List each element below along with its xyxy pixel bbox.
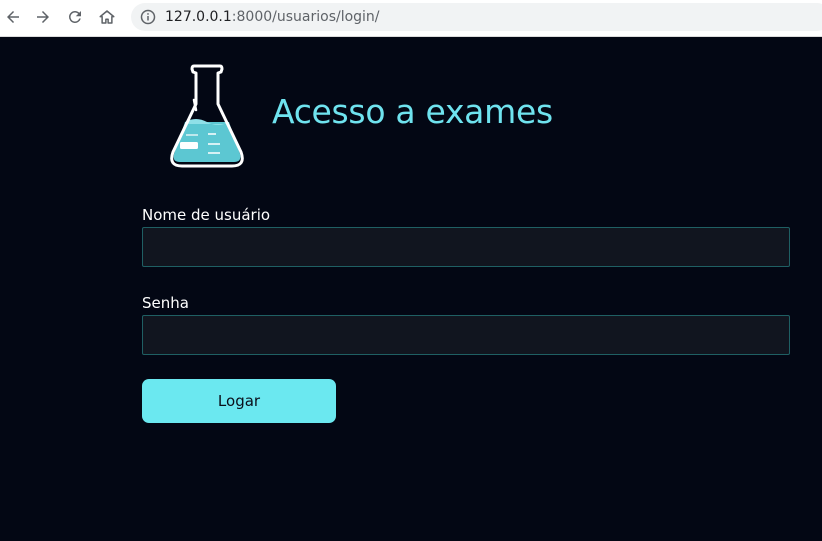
home-button[interactable]	[94, 4, 120, 30]
login-button[interactable]: Logar	[142, 379, 336, 423]
address-bar[interactable]: 127.0.0.1:8000/usuarios/login/	[131, 3, 822, 31]
browser-toolbar: 127.0.0.1:8000/usuarios/login/	[0, 0, 822, 37]
page-title: Acesso a exames	[272, 92, 553, 131]
back-button[interactable]	[0, 4, 26, 30]
arrow-right-icon	[37, 11, 49, 23]
password-label: Senha	[142, 294, 189, 312]
forward-button[interactable]	[30, 4, 56, 30]
reload-button[interactable]	[62, 4, 88, 30]
reload-icon	[68, 10, 81, 23]
url-text[interactable]: 127.0.0.1:8000/usuarios/login/	[165, 3, 380, 31]
password-input[interactable]	[142, 315, 790, 355]
arrow-left-icon	[7, 11, 19, 23]
url-path: :8000/usuarios/login/	[231, 9, 380, 25]
username-label: Nome de usuário	[142, 206, 271, 224]
url-host: 127.0.0.1	[165, 9, 232, 25]
username-input[interactable]	[142, 227, 790, 267]
info-icon[interactable]	[140, 9, 156, 25]
home-icon	[99, 10, 115, 24]
flask-icon	[170, 64, 244, 168]
